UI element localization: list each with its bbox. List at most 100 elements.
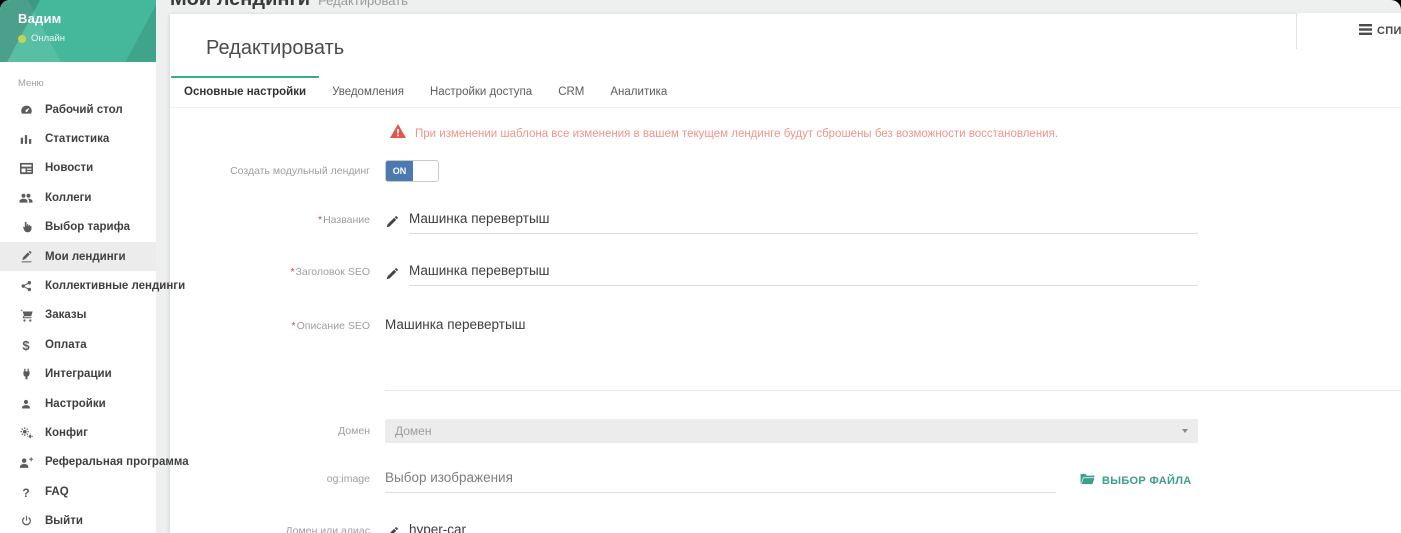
cart-icon bbox=[18, 308, 34, 323]
warning-icon bbox=[390, 124, 406, 143]
modular-landing-label: Создать модульный лендинг bbox=[170, 165, 370, 177]
newspaper-icon bbox=[18, 161, 34, 176]
share-icon bbox=[18, 279, 34, 294]
tab-crm[interactable]: CRM bbox=[545, 76, 597, 107]
alias-input[interactable] bbox=[409, 520, 1198, 533]
alias-label: Домен или алиас bbox=[170, 525, 370, 533]
seo-title-label: Заголовок SEO bbox=[296, 266, 370, 278]
page-title: Мои лендинги bbox=[170, 0, 310, 10]
sidebar: Вадим Онлайн Меню Рабочий стол Статистик… bbox=[0, 0, 156, 533]
sidebar-item-label: Оплата bbox=[45, 339, 87, 351]
tab-access-settings[interactable]: Настройки доступа bbox=[417, 76, 545, 107]
svg-text:?: ? bbox=[22, 486, 29, 499]
sidebar-item-payment[interactable]: $ Оплата bbox=[0, 330, 156, 359]
tab-main-settings[interactable]: Основные настройки bbox=[171, 76, 319, 107]
template-warning: При изменении шаблона все изменения в ва… bbox=[390, 124, 1401, 143]
chevron-down-icon bbox=[1182, 429, 1188, 433]
landing-settings-form: Создать модульный лендинг ON *Название bbox=[170, 160, 1401, 533]
sidebar-item-colleagues[interactable]: Коллеги bbox=[0, 183, 156, 212]
sidebar-item-label: Конфиг bbox=[45, 427, 88, 439]
sidebar-item-label: Статистика bbox=[45, 133, 109, 145]
question-icon: ? bbox=[18, 484, 34, 499]
sidebar-item-config[interactable]: Конфиг bbox=[0, 418, 156, 447]
seo-description-textarea[interactable]: Машинка перевертыш bbox=[385, 317, 1401, 391]
app-window: Мои лендинги Редактировать список Вадим О… bbox=[0, 0, 1401, 533]
choose-file-button[interactable]: ВЫБОР ФАЙЛА bbox=[1080, 472, 1192, 490]
menu-section-label: Меню bbox=[18, 78, 156, 89]
sidebar-item-label: Новости bbox=[45, 162, 93, 174]
domain-row: Домен Домен bbox=[170, 419, 1401, 443]
tab-bar: Основные настройки Уведомления Настройки… bbox=[170, 76, 1401, 108]
domain-select-placeholder: Домен bbox=[395, 424, 432, 438]
sidebar-item-label: Выбор тарифа bbox=[45, 221, 130, 233]
sidebar-item-faq[interactable]: ? FAQ bbox=[0, 477, 156, 506]
name-row: *Название bbox=[170, 209, 1401, 234]
seo-title-row: *Заголовок SEO bbox=[170, 261, 1401, 286]
list-icon bbox=[1359, 22, 1372, 40]
sidebar-item-statistics[interactable]: Статистика bbox=[0, 124, 156, 153]
og-image-label: og:image bbox=[170, 473, 370, 485]
power-icon bbox=[18, 514, 34, 529]
modular-landing-row: Создать модульный лендинг ON bbox=[170, 160, 1401, 182]
sidebar-item-settings[interactable]: Настройки bbox=[0, 389, 156, 418]
og-image-row: og:image Выбор изображения ВЫБОР ФАЙЛА bbox=[170, 468, 1401, 493]
sidebar-item-integrations[interactable]: Интеграции bbox=[0, 360, 156, 389]
page-subtitle: Редактировать bbox=[318, 0, 408, 8]
sidebar-item-label: Коллеги bbox=[45, 192, 91, 204]
seo-description-label: Описание SEO bbox=[297, 320, 370, 332]
sidebar-item-my-landings[interactable]: Мои лендинги bbox=[0, 242, 156, 271]
svg-text:$: $ bbox=[22, 338, 30, 352]
bar-chart-icon bbox=[18, 132, 34, 147]
online-status-dot bbox=[18, 35, 26, 43]
name-input[interactable] bbox=[409, 209, 1198, 234]
sidebar-item-orders[interactable]: Заказы bbox=[0, 301, 156, 330]
list-button-label: список bbox=[1377, 25, 1401, 37]
sidebar-item-collective-landings[interactable]: Коллективные лендинги bbox=[0, 271, 156, 300]
sidebar-item-label: Интеграции bbox=[45, 368, 112, 380]
folder-icon bbox=[1080, 472, 1095, 490]
user-plus-icon bbox=[18, 455, 34, 470]
sidebar-item-label: Заказы bbox=[45, 309, 86, 321]
warning-text: При изменении шаблона все изменения в ва… bbox=[415, 128, 1058, 140]
required-asterisk: * bbox=[292, 320, 296, 332]
edit-pencil-icon[interactable] bbox=[385, 526, 399, 533]
alias-row: Домен или алиас bbox=[170, 520, 1401, 533]
sidebar-item-label: Настройки bbox=[45, 398, 106, 410]
edit-card: Редактировать Основные настройки Уведомл… bbox=[170, 14, 1401, 533]
gears-icon bbox=[18, 425, 34, 440]
card-title: Редактировать bbox=[170, 14, 1401, 76]
seo-description-row: *Описание SEO Машинка перевертыш bbox=[170, 317, 1401, 391]
domain-label: Домен bbox=[170, 425, 370, 437]
name-label: Название bbox=[323, 214, 370, 226]
user-icon bbox=[18, 396, 34, 411]
hand-pointer-icon bbox=[18, 220, 34, 235]
modular-landing-toggle[interactable]: ON bbox=[385, 160, 439, 182]
og-image-value[interactable]: Выбор изображения bbox=[385, 468, 1056, 493]
sidebar-item-tariff[interactable]: Выбор тарифа bbox=[0, 213, 156, 242]
toggle-on-label: ON bbox=[386, 161, 413, 181]
required-asterisk: * bbox=[290, 266, 294, 278]
sidebar-item-news[interactable]: Новости bbox=[0, 154, 156, 183]
sidebar-item-logout[interactable]: Выйти bbox=[0, 506, 156, 533]
tab-notifications[interactable]: Уведомления bbox=[319, 76, 417, 107]
domain-select[interactable]: Домен bbox=[385, 419, 1198, 443]
edit-pencil-icon[interactable] bbox=[385, 267, 399, 281]
user-status-label: Онлайн bbox=[31, 33, 65, 44]
user-status: Онлайн bbox=[18, 33, 156, 44]
pen-document-icon bbox=[18, 249, 34, 264]
user-name: Вадим bbox=[18, 11, 156, 26]
sidebar-user-header: Вадим Онлайн bbox=[0, 0, 156, 62]
list-view-button[interactable]: список bbox=[1296, 13, 1401, 49]
seo-title-input[interactable] bbox=[409, 261, 1198, 286]
sidebar-item-label: FAQ bbox=[45, 486, 69, 498]
sidebar-item-referral[interactable]: Реферальная программа bbox=[0, 448, 156, 477]
sidebar-item-dashboard[interactable]: Рабочий стол bbox=[0, 95, 156, 124]
sidebar-item-label: Мои лендинги bbox=[45, 251, 126, 263]
sidebar-item-label: Коллективные лендинги bbox=[45, 280, 185, 292]
sidebar-item-label: Рабочий стол bbox=[45, 104, 123, 116]
sidebar-item-label: Реферальная программа bbox=[45, 456, 189, 468]
plug-icon bbox=[18, 367, 34, 382]
edit-pencil-icon[interactable] bbox=[385, 215, 399, 229]
choose-file-label: ВЫБОР ФАЙЛА bbox=[1102, 475, 1192, 487]
tab-analytics[interactable]: Аналитика bbox=[597, 76, 680, 107]
